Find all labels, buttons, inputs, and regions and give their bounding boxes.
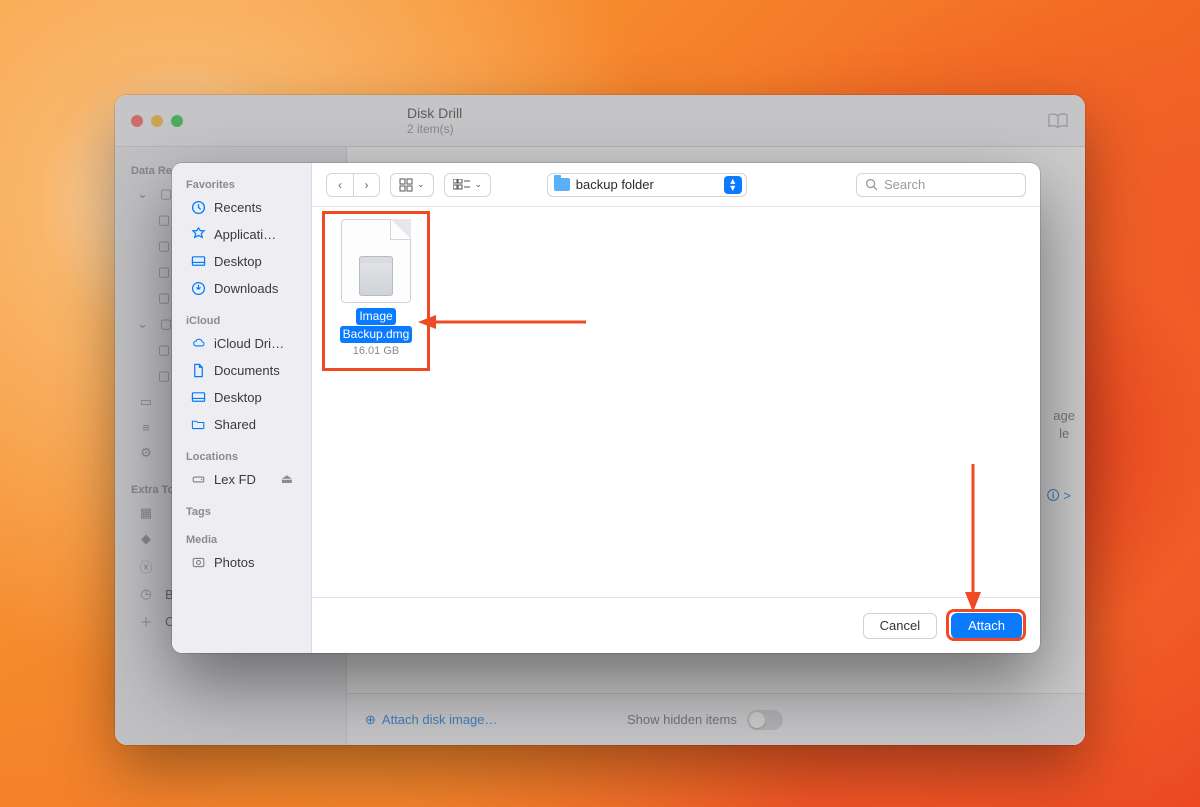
sidebar-item-shared[interactable]: Shared	[178, 411, 305, 437]
eject-icon[interactable]: ⏏	[281, 471, 293, 487]
chevron-down-icon: ⌄	[417, 179, 425, 190]
folder-icon	[190, 416, 206, 432]
show-hidden-toggle[interactable]	[747, 710, 783, 730]
sidebar-item-documents[interactable]: Documents	[178, 357, 305, 383]
sidebar-item-desktop-icloud[interactable]: Desktop	[178, 384, 305, 410]
plus-icon: ＋	[137, 612, 155, 631]
plus-circle-icon: ⊕	[365, 712, 376, 728]
sidebar-item-lexfd[interactable]: Lex FD ⏏	[178, 466, 305, 492]
sidebar-item-desktop[interactable]: Desktop	[178, 248, 305, 274]
drive-icon: ▢	[155, 264, 173, 280]
drive-icon: ▢	[155, 368, 173, 384]
item-label: Downloads	[214, 281, 278, 296]
search-icon	[865, 178, 878, 191]
updown-icon: ▴▾	[724, 176, 742, 194]
item-label: Documents	[214, 363, 280, 378]
gear-icon: ⚙	[137, 445, 155, 461]
right-panel-more-link[interactable]: 🛈 >	[1047, 487, 1071, 509]
sidebar-item-downloads[interactable]: Downloads	[178, 275, 305, 301]
help-book-icon[interactable]	[1047, 112, 1069, 130]
file-thumbnail	[341, 219, 411, 303]
search-placeholder: Search	[884, 177, 925, 192]
photos-icon	[190, 554, 206, 570]
app-footer: ⊕ Attach disk image… Show hidden items	[347, 693, 1085, 745]
show-hidden-label: Show hidden items	[627, 712, 737, 727]
right-panel-hint: age le	[1053, 407, 1075, 443]
minimize-window-button[interactable]	[151, 115, 163, 127]
phone-icon: ▭	[137, 394, 155, 410]
item-label: Lex FD	[214, 472, 256, 487]
sheet-footer: Cancel Attach	[312, 597, 1040, 653]
dmg-drive-icon	[359, 256, 393, 296]
group-icon	[453, 179, 471, 191]
path-dropdown[interactable]: backup folder ▴▾	[547, 173, 747, 197]
file-tile-image-backup[interactable]: Image Backup.dmg 16.01 GB	[328, 219, 424, 357]
titlebar: Disk Drill 2 item(s)	[115, 95, 1085, 147]
nav-back-forward: ‹ ›	[326, 173, 380, 197]
nav-back-button[interactable]: ‹	[327, 174, 353, 196]
cloud-icon	[190, 335, 206, 351]
document-icon	[190, 362, 206, 378]
x-circle-icon: ⓧ	[137, 557, 155, 576]
zoom-window-button[interactable]	[171, 115, 183, 127]
view-group-button[interactable]: ⌄	[444, 173, 492, 197]
stack-icon: ≡	[137, 420, 155, 435]
path-label: backup folder	[576, 177, 654, 192]
sidebar-item-applications[interactable]: Applicati…	[178, 221, 305, 247]
drive-icon: ▢	[155, 342, 173, 358]
desktop-icon	[190, 253, 206, 269]
sidebar-item-icloud-drive[interactable]: iCloud Dri…	[178, 330, 305, 356]
cancel-button[interactable]: Cancel	[863, 613, 937, 639]
item-label: Recents	[214, 200, 262, 215]
item-label: Shared	[214, 417, 256, 432]
sheet-toolbar: ‹ › ⌄ ⌄ backup folder ▴▾ Search	[312, 163, 1040, 207]
drive-icon: ▢	[155, 238, 173, 254]
chevron-down-icon: ⌄	[475, 179, 483, 190]
section-tags: Tags	[172, 500, 311, 520]
file-size: 16.01 GB	[328, 345, 424, 357]
attach-button[interactable]: Attach	[951, 613, 1022, 639]
folder-icon	[554, 178, 570, 191]
view-icons-button[interactable]: ⌄	[390, 173, 434, 197]
desktop-icon	[190, 389, 206, 405]
item-label: iCloud Dri…	[214, 336, 284, 351]
clock-icon	[190, 199, 206, 215]
file-name-line1: Image	[356, 308, 395, 325]
grid-icon: ▦	[137, 505, 155, 521]
sheet-sidebar: Favorites Recents Applicati… Desktop Dow…	[172, 163, 312, 653]
open-file-sheet: Favorites Recents Applicati… Desktop Dow…	[172, 163, 1040, 653]
file-name-line2: Backup.dmg	[340, 326, 413, 343]
section-favorites: Favorites	[172, 173, 311, 193]
app-subtitle: 2 item(s)	[407, 122, 462, 136]
item-label: Desktop	[214, 254, 262, 269]
drive-icon: ▢	[155, 290, 173, 306]
shield-icon: ◆	[137, 531, 155, 547]
file-browser-area[interactable]: Image Backup.dmg 16.01 GB	[312, 207, 1040, 597]
drive-icon: ▢	[155, 212, 173, 228]
clock-icon: ◷	[137, 586, 155, 602]
search-input[interactable]: Search	[856, 173, 1026, 197]
close-window-button[interactable]	[131, 115, 143, 127]
window-controls	[131, 115, 183, 127]
grid-icon	[399, 178, 413, 192]
nav-forward-button[interactable]: ›	[353, 174, 379, 196]
item-label: Photos	[214, 555, 254, 570]
sidebar-item-photos[interactable]: Photos	[178, 549, 305, 575]
apps-icon	[190, 226, 206, 242]
section-icloud: iCloud	[172, 309, 311, 329]
attach-link-label: Attach disk image…	[382, 712, 498, 727]
item-label: Applicati…	[214, 227, 276, 242]
item-label: Desktop	[214, 390, 262, 405]
section-locations: Locations	[172, 445, 311, 465]
section-media: Media	[172, 528, 311, 548]
downloads-icon	[190, 280, 206, 296]
sidebar-item-recents[interactable]: Recents	[178, 194, 305, 220]
external-drive-icon	[190, 471, 206, 487]
app-title: Disk Drill	[407, 105, 462, 122]
attach-disk-image-link[interactable]: ⊕ Attach disk image…	[365, 712, 498, 728]
